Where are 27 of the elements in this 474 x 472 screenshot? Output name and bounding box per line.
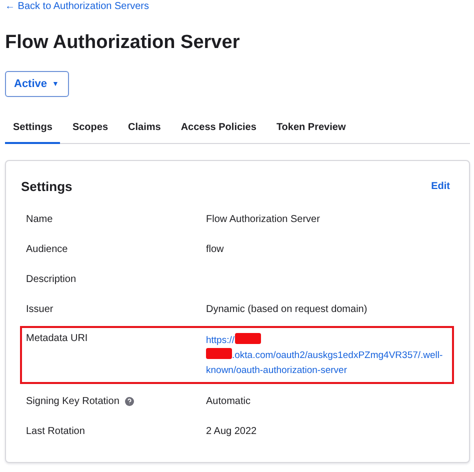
tab[interactable]: Access Policies (172, 114, 264, 144)
field-label: Audience (26, 244, 68, 255)
field-label: Description (26, 274, 76, 285)
field-label: Last Rotation (26, 426, 85, 437)
metadata-link[interactable]: .okta.com/oauth2/auskgs1edxPZmg4VR357/.well- (232, 350, 443, 361)
metadata-link[interactable]: https:// (206, 335, 235, 346)
metadata-link[interactable]: known/oauth-authorization-server (206, 365, 347, 376)
help-icon[interactable] (125, 397, 134, 406)
page-title: Flow Authorization Server (5, 32, 240, 54)
field-value: Automatic (206, 396, 252, 409)
tab[interactable]: Settings (5, 114, 60, 144)
edit-link[interactable]: Edit (431, 181, 450, 192)
tab[interactable]: Token Preview (268, 114, 354, 144)
field-label: Name (26, 214, 53, 225)
tab[interactable]: Claims (120, 114, 169, 144)
back-link[interactable]: ← Back to Authorization Servers (5, 1, 149, 12)
field-value: Flow Authorization Server (206, 214, 321, 227)
field-value: flow (206, 244, 225, 257)
card-title: Settings (21, 179, 72, 194)
redaction-mark (234, 333, 261, 344)
field-label: Issuer (26, 304, 54, 315)
tab[interactable]: Scopes (64, 114, 116, 144)
field-label: Metadata URI (26, 333, 88, 344)
redaction-mark (206, 348, 232, 359)
field-label: Signing Key Rotation (26, 396, 120, 407)
field-value: Dynamic (based on request domain) (206, 304, 368, 317)
field-value: 2 Aug 2022 (206, 426, 258, 439)
